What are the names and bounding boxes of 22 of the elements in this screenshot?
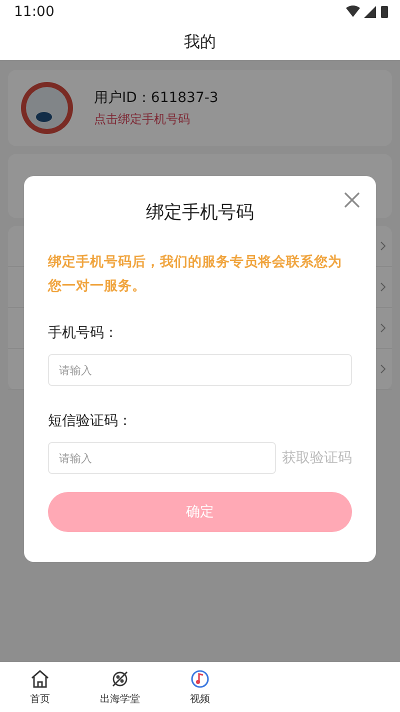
planet-icon xyxy=(110,668,130,688)
notice-text: 绑定手机号码后，我们的服务专员将会联系您为您一对一服务。 xyxy=(48,253,343,296)
chevron-icon xyxy=(380,282,386,292)
nav-tab[interactable]: 首页 xyxy=(0,662,80,712)
page-title: 我的 xyxy=(184,32,216,52)
chevron-icon xyxy=(380,241,386,251)
avatar-icon xyxy=(20,81,74,135)
code-label: 短信验证码： xyxy=(48,412,133,430)
user-id: 用户ID：611837-3 xyxy=(94,88,218,106)
phone-input[interactable]: 请输入 xyxy=(48,354,352,386)
status-icons xyxy=(346,5,390,19)
home-icon xyxy=(30,668,50,688)
code-input[interactable]: 请输入 xyxy=(48,442,276,474)
chevron-icon xyxy=(380,364,386,374)
close-icon[interactable] xyxy=(344,192,360,208)
nav-tab[interactable]: 出海学堂 xyxy=(80,662,160,712)
music-note-icon xyxy=(190,668,210,688)
status-time: 11:00 xyxy=(14,4,54,20)
dialog-title: 绑定手机号码 xyxy=(146,201,254,224)
phone-label: 手机号码： xyxy=(48,324,119,342)
nav-tab[interactable]: 视频 xyxy=(160,662,240,712)
chevron-icon xyxy=(380,323,386,333)
